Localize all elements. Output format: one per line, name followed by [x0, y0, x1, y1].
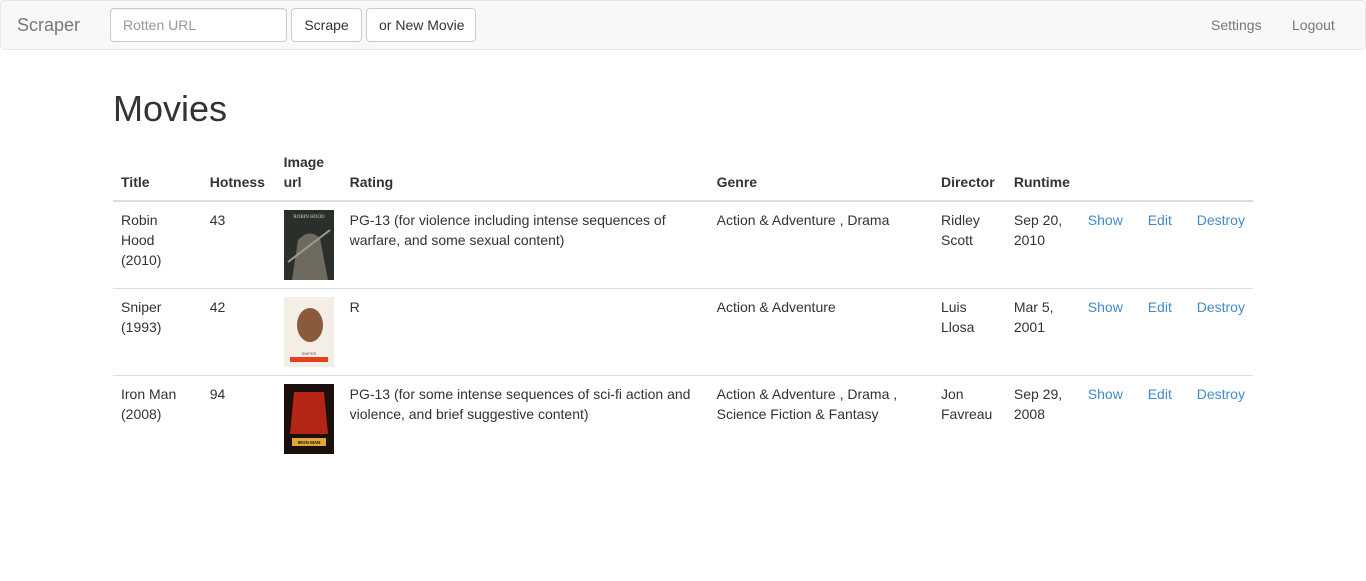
table-row: Sniper (1993) 42 SNIPER R Action & Adven…	[113, 288, 1253, 376]
cell-director: Ridley Scott	[940, 212, 980, 248]
edit-link[interactable]: Edit	[1148, 212, 1172, 228]
cell-hotness: 94	[201, 375, 276, 462]
cell-rating: R	[341, 288, 709, 376]
poster-figure	[296, 308, 323, 342]
table-row: Robin Hood (2010) 43 ROBIN HOOD PG-13 (f…	[113, 201, 1253, 289]
cell-director: Jon Favreau	[932, 375, 1006, 462]
poster-caption: ROBIN HOOD	[293, 215, 325, 220]
cell-rating: PG-13 (for violence including intense se…	[349, 212, 666, 248]
poster-caption: SNIPER	[301, 351, 316, 356]
destroy-link[interactable]: Destroy	[1197, 299, 1245, 315]
cell-director: Luis Llosa	[932, 288, 1006, 376]
cell-genre: Action & Adventure	[708, 288, 933, 376]
cell-image: SNIPER	[275, 288, 342, 376]
header-rating: Rating	[341, 144, 709, 202]
cell-runtime: Sep 20, 2010	[1013, 212, 1063, 248]
cell-title: Sniper (1993)	[113, 288, 202, 376]
cell-hotness: 43	[209, 212, 226, 228]
rotten-url-input[interactable]	[110, 8, 287, 42]
navbar: Scraper Scrape or New Movie Settings Log…	[0, 0, 1366, 50]
brand-link[interactable]: Scraper	[17, 15, 80, 35]
cell-actions: Show Edit Destroy	[1080, 201, 1253, 289]
header-director: Director	[932, 144, 1006, 202]
cell-actions: Show Edit Destroy	[1079, 288, 1253, 376]
show-link[interactable]: Show	[1088, 212, 1123, 228]
header-genre: Genre	[708, 144, 933, 202]
cell-image: ROBIN HOOD	[276, 201, 342, 289]
cell-actions: Show Edit Destroy	[1079, 375, 1253, 462]
cell-runtime: Sep 29, 2008	[1005, 375, 1080, 462]
table-body: Robin Hood (2010) 43 ROBIN HOOD PG-13 (f…	[113, 201, 1253, 462]
poster-caption: IRON MAN	[297, 440, 320, 445]
cell-image: IRON MAN	[275, 375, 342, 462]
cell-genre: Action & Adventure , Drama , Science Fic…	[708, 375, 933, 462]
header-image-url: Image url	[275, 144, 342, 202]
cell-title: Robin Hood (2010)	[121, 212, 162, 268]
edit-link[interactable]: Edit	[1148, 299, 1172, 315]
destroy-link[interactable]: Destroy	[1197, 386, 1245, 402]
cell-genre: Action & Adventure , Drama	[716, 212, 890, 228]
scrape-button[interactable]: Scrape	[291, 8, 362, 42]
edit-link[interactable]: Edit	[1148, 386, 1172, 402]
new-movie-button[interactable]: or New Movie	[366, 8, 476, 42]
cell-hotness: 42	[201, 288, 276, 376]
settings-link[interactable]: Settings	[1211, 16, 1262, 34]
table-row: Iron Man (2008) 94 IRON MAN PG-13 (for s…	[113, 375, 1253, 462]
page-title: Movies	[113, 88, 228, 129]
cell-title: Iron Man (2008)	[113, 375, 202, 462]
cell-runtime: Mar 5, 2001	[1005, 288, 1080, 376]
header-runtime: Runtime	[1005, 144, 1080, 202]
poster-accent	[289, 357, 328, 362]
movie-poster-image: IRON MAN	[283, 384, 334, 454]
destroy-link[interactable]: Destroy	[1197, 212, 1245, 228]
poster-figure	[289, 392, 328, 434]
header-actions	[1079, 144, 1253, 202]
movies-table: Title Hotness Image url Rating Genre Dir…	[113, 144, 1253, 462]
header-title: Title	[113, 144, 202, 202]
table-header: Title Hotness Image url Rating Genre Dir…	[113, 144, 1253, 202]
show-link[interactable]: Show	[1088, 386, 1123, 402]
show-link[interactable]: Show	[1088, 299, 1123, 315]
header-hotness: Hotness	[201, 144, 276, 202]
movie-poster-image: ROBIN HOOD	[283, 210, 334, 280]
cell-rating: PG-13 (for some intense sequences of sci…	[341, 375, 709, 462]
movie-poster-image: SNIPER	[283, 297, 334, 367]
logout-link[interactable]: Logout	[1292, 16, 1335, 34]
